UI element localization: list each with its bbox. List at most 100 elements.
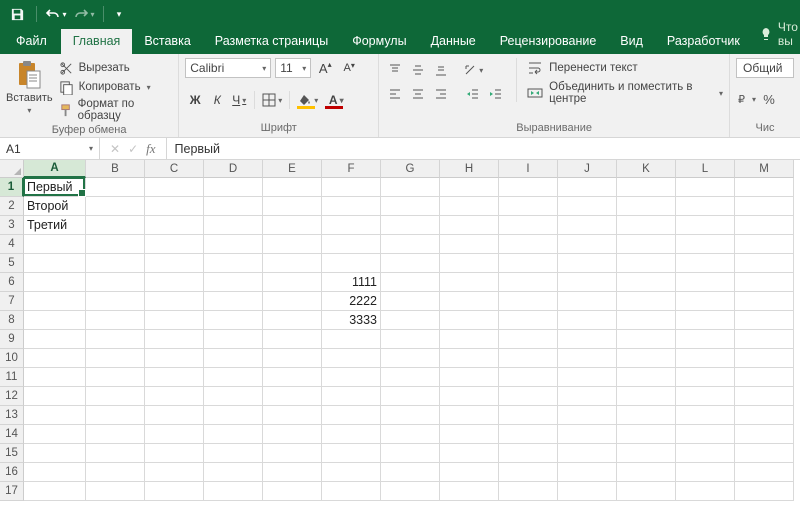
column-header[interactable]: E <box>263 160 322 178</box>
cell[interactable] <box>381 463 440 482</box>
cell[interactable] <box>440 387 499 406</box>
cell[interactable] <box>440 216 499 235</box>
column-header[interactable]: C <box>145 160 204 178</box>
column-header[interactable]: M <box>735 160 794 178</box>
cell[interactable] <box>676 406 735 425</box>
cell[interactable] <box>381 482 440 501</box>
cell[interactable] <box>322 254 381 273</box>
cell[interactable] <box>499 444 558 463</box>
cell[interactable] <box>558 273 617 292</box>
cell[interactable] <box>676 178 735 197</box>
cell[interactable] <box>145 292 204 311</box>
row-header[interactable]: 12 <box>0 387 24 406</box>
orientation-icon[interactable]: ▾ <box>463 60 483 80</box>
row-header[interactable]: 10 <box>0 349 24 368</box>
cell[interactable] <box>322 216 381 235</box>
align-right-icon[interactable] <box>431 84 451 104</box>
accounting-format-icon[interactable]: ₽▾ <box>736 89 756 109</box>
cell[interactable] <box>145 311 204 330</box>
decrease-font-icon[interactable]: A▾ <box>339 58 359 78</box>
cell[interactable] <box>263 273 322 292</box>
cell[interactable] <box>617 368 676 387</box>
column-headers[interactable]: ABCDEFGHIJKLM <box>24 160 794 178</box>
wrap-text-button[interactable]: Перенести текст <box>527 58 723 78</box>
cell[interactable] <box>322 235 381 254</box>
font-color-button[interactable]: A▾ <box>323 90 349 110</box>
cell[interactable] <box>145 197 204 216</box>
cell[interactable] <box>558 254 617 273</box>
cell[interactable] <box>617 311 676 330</box>
cell[interactable] <box>24 235 86 254</box>
cell[interactable] <box>145 178 204 197</box>
cell[interactable] <box>145 406 204 425</box>
cell[interactable] <box>558 368 617 387</box>
cell[interactable] <box>86 444 145 463</box>
column-header[interactable]: D <box>204 160 263 178</box>
cell[interactable] <box>322 197 381 216</box>
cell[interactable] <box>145 330 204 349</box>
borders-button[interactable]: ▾ <box>260 90 284 110</box>
cell[interactable] <box>381 273 440 292</box>
column-header[interactable]: A <box>24 160 86 178</box>
cell[interactable]: Второй <box>24 197 86 216</box>
cancel-icon[interactable]: ✕ <box>110 142 120 156</box>
cell[interactable] <box>499 387 558 406</box>
cell[interactable] <box>322 425 381 444</box>
cell[interactable] <box>145 463 204 482</box>
format-painter-button[interactable]: Формат по образцу <box>59 98 173 122</box>
cell[interactable] <box>145 444 204 463</box>
tab-page-layout[interactable]: Разметка страницы <box>203 29 340 54</box>
cell[interactable] <box>381 178 440 197</box>
enter-icon[interactable]: ✓ <box>128 142 138 156</box>
cell[interactable] <box>735 311 794 330</box>
cell[interactable] <box>676 216 735 235</box>
tab-insert[interactable]: Вставка <box>132 29 202 54</box>
row-header[interactable]: 11 <box>0 368 24 387</box>
cell[interactable] <box>145 425 204 444</box>
cell[interactable] <box>381 254 440 273</box>
align-left-icon[interactable] <box>385 84 405 104</box>
bold-button[interactable]: Ж <box>185 90 205 110</box>
cell[interactable] <box>735 273 794 292</box>
cell[interactable] <box>558 197 617 216</box>
cell[interactable] <box>676 425 735 444</box>
cell[interactable] <box>145 368 204 387</box>
cell[interactable] <box>558 387 617 406</box>
worksheet-grid[interactable]: ABCDEFGHIJKLM 1234567891011121314151617 … <box>0 160 800 515</box>
cell[interactable] <box>558 216 617 235</box>
cell[interactable] <box>440 425 499 444</box>
select-all-corner[interactable] <box>0 160 24 178</box>
cell[interactable] <box>204 235 263 254</box>
cell[interactable] <box>381 406 440 425</box>
cell[interactable] <box>86 216 145 235</box>
cell[interactable] <box>499 463 558 482</box>
cell[interactable] <box>499 368 558 387</box>
cell[interactable] <box>735 444 794 463</box>
cell[interactable] <box>24 273 86 292</box>
cell[interactable] <box>86 482 145 501</box>
column-header[interactable]: J <box>558 160 617 178</box>
cell[interactable] <box>676 254 735 273</box>
cell[interactable] <box>499 349 558 368</box>
cell[interactable] <box>381 197 440 216</box>
tab-view[interactable]: Вид <box>608 29 655 54</box>
cell[interactable] <box>322 406 381 425</box>
font-name-select[interactable]: Calibri▾ <box>185 58 271 78</box>
paste-button[interactable]: Вставить ▾ <box>6 58 53 122</box>
cell[interactable] <box>86 368 145 387</box>
cell[interactable] <box>617 387 676 406</box>
cell[interactable] <box>617 463 676 482</box>
cell[interactable] <box>24 368 86 387</box>
cell[interactable] <box>263 235 322 254</box>
cell[interactable] <box>676 311 735 330</box>
cell[interactable] <box>204 311 263 330</box>
cell[interactable] <box>499 482 558 501</box>
cell[interactable] <box>263 387 322 406</box>
column-header[interactable]: I <box>499 160 558 178</box>
cell[interactable] <box>735 349 794 368</box>
formula-input[interactable]: Первый <box>167 138 800 159</box>
cell[interactable] <box>24 311 86 330</box>
cell[interactable] <box>86 197 145 216</box>
cell[interactable] <box>86 349 145 368</box>
row-header[interactable]: 1 <box>0 178 24 197</box>
